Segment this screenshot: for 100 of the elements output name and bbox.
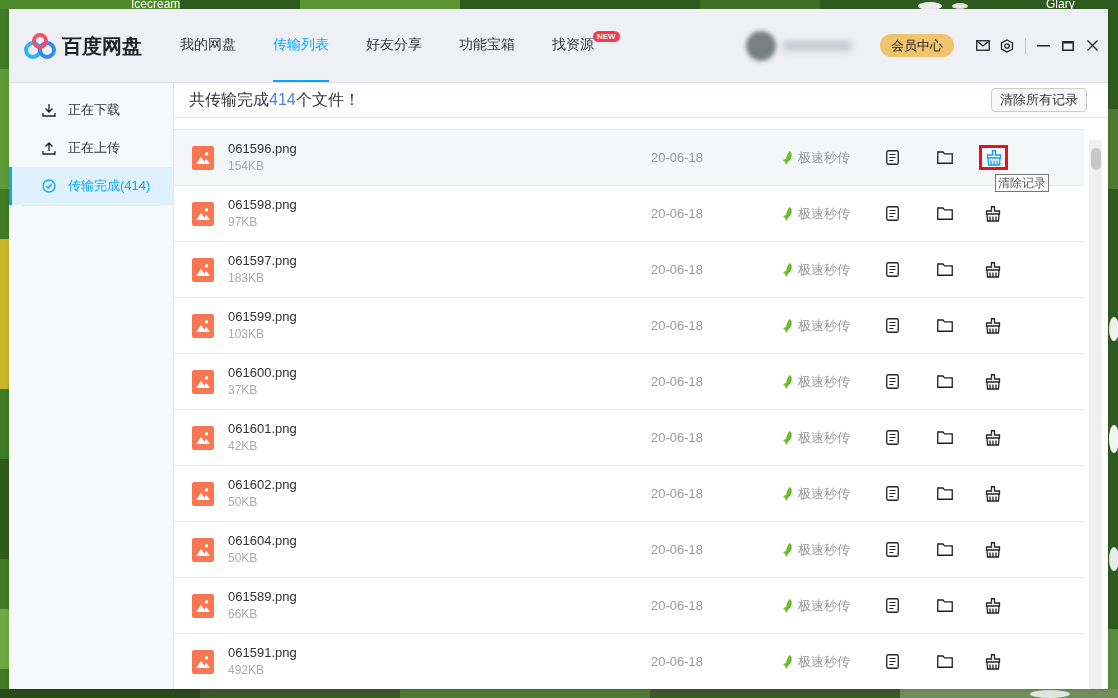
upload-icon xyxy=(42,141,56,155)
broom-icon[interactable] xyxy=(985,205,1001,222)
sidebar-item[interactable]: 正在上传 xyxy=(9,129,173,167)
transfer-method: 极速秒传 xyxy=(798,260,850,279)
image-file-icon xyxy=(192,369,214,394)
document-icon[interactable] xyxy=(886,206,899,221)
image-file-icon xyxy=(192,313,214,338)
folder-icon[interactable] xyxy=(937,207,953,220)
file-size: 42KB xyxy=(228,438,259,455)
image-file-icon xyxy=(192,145,214,170)
transfer-method: 极速秒传 xyxy=(798,316,850,335)
transfer-method: 极速秒传 xyxy=(798,652,850,671)
cloud-logo-icon xyxy=(24,32,56,59)
file-name: 061589.png xyxy=(228,588,298,605)
file-size: 154KB xyxy=(228,158,266,175)
image-file-icon xyxy=(192,593,214,618)
document-icon[interactable] xyxy=(886,430,899,445)
transfer-date: 20-06-18 xyxy=(651,372,705,391)
image-file-icon xyxy=(192,537,214,562)
folder-icon[interactable] xyxy=(937,151,953,164)
transfer-date: 20-06-18 xyxy=(651,204,705,223)
document-icon[interactable] xyxy=(886,598,899,613)
folder-icon[interactable] xyxy=(937,263,953,276)
broom-icon[interactable] xyxy=(985,653,1001,670)
broom-icon-highlight-frame[interactable] xyxy=(979,145,1008,170)
file-name: 061597.png xyxy=(228,252,298,269)
document-icon[interactable] xyxy=(886,654,899,669)
minimize-icon[interactable] xyxy=(1037,44,1050,47)
image-file-icon xyxy=(192,425,214,450)
folder-icon[interactable] xyxy=(937,431,953,444)
file-size: 103KB xyxy=(228,326,266,343)
broom-icon[interactable] xyxy=(985,373,1001,390)
folder-icon[interactable] xyxy=(937,543,953,556)
file-size: 50KB xyxy=(228,550,259,567)
file-size: 50KB xyxy=(228,494,259,511)
transfer-date: 20-06-18 xyxy=(651,428,705,447)
transfer-date: 20-06-18 xyxy=(651,540,705,559)
document-icon[interactable] xyxy=(886,150,899,165)
transfer-method: 极速秒传 xyxy=(798,540,850,559)
scrollbar-thumb[interactable] xyxy=(1090,148,1101,170)
file-name: 061602.png xyxy=(228,476,298,493)
file-name: 061598.png xyxy=(228,196,298,213)
document-icon[interactable] xyxy=(886,262,899,277)
transfer-method: 极速秒传 xyxy=(798,204,850,223)
broom-icon[interactable] xyxy=(985,485,1001,502)
broom-icon[interactable] xyxy=(985,317,1001,334)
folder-icon[interactable] xyxy=(937,375,953,388)
transfer-date: 20-06-18 xyxy=(651,260,705,279)
nav-tab[interactable]: 好友分享 xyxy=(366,30,422,59)
app-name: 百度网盘 xyxy=(62,33,142,59)
nav-tab[interactable]: 找资源 xyxy=(552,30,594,59)
image-file-icon xyxy=(192,257,214,282)
clear-all-button[interactable]: 清除所有记录 xyxy=(991,88,1087,112)
file-size: 37KB xyxy=(228,382,259,399)
document-icon[interactable] xyxy=(886,318,899,333)
sidebar-item[interactable]: 正在下载 xyxy=(9,91,173,129)
folder-icon[interactable] xyxy=(937,319,953,332)
file-size: 66KB xyxy=(228,606,259,623)
settings-icon[interactable] xyxy=(1000,38,1014,53)
file-name: 061591.png xyxy=(228,644,298,661)
transfer-method: 极速秒传 xyxy=(798,596,850,615)
summary-text: 共传输完成414个文件！ xyxy=(189,90,360,110)
transfer-date: 20-06-18 xyxy=(651,652,705,671)
document-icon[interactable] xyxy=(886,542,899,557)
close-icon[interactable] xyxy=(1087,40,1098,51)
new-badge: NEW xyxy=(593,31,620,42)
file-size: 492KB xyxy=(228,662,266,679)
document-icon[interactable] xyxy=(886,486,899,501)
nav-tab[interactable]: 我的网盘 xyxy=(180,30,236,59)
nav-tab[interactable]: 功能宝箱 xyxy=(459,30,515,59)
folder-icon[interactable] xyxy=(937,655,953,668)
transfer-date: 20-06-18 xyxy=(651,596,705,615)
file-size: 183KB xyxy=(228,270,266,287)
broom-icon[interactable] xyxy=(985,429,1001,446)
check-circle-icon xyxy=(42,179,56,193)
broom-icon[interactable] xyxy=(985,541,1001,558)
avatar[interactable] xyxy=(746,30,776,61)
file-name: 061599.png xyxy=(228,308,298,325)
file-name: 061600.png xyxy=(228,364,298,381)
document-icon[interactable] xyxy=(886,374,899,389)
download-icon xyxy=(42,103,56,117)
transfer-method: 极速秒传 xyxy=(798,484,850,503)
transfer-method: 极速秒传 xyxy=(798,428,850,447)
folder-icon[interactable] xyxy=(937,599,953,612)
tooltip: 清除记录 xyxy=(995,174,1049,192)
scrollbar[interactable] xyxy=(1089,140,1102,689)
mail-icon[interactable] xyxy=(976,40,990,51)
image-file-icon xyxy=(192,481,214,506)
vip-center-button[interactable]: 会员中心 xyxy=(880,34,954,57)
transfer-method: 极速秒传 xyxy=(798,372,850,391)
file-name: 061604.png xyxy=(228,532,298,549)
transfer-method: 极速秒传 xyxy=(798,148,850,167)
image-file-icon xyxy=(192,649,214,674)
broom-icon[interactable] xyxy=(985,261,1001,278)
folder-icon[interactable] xyxy=(937,487,953,500)
maximize-icon[interactable] xyxy=(1062,40,1074,51)
transfer-date: 20-06-18 xyxy=(651,484,705,503)
broom-icon[interactable] xyxy=(985,597,1001,614)
blurred-username xyxy=(782,40,852,51)
transfer-date: 20-06-18 xyxy=(651,316,705,335)
